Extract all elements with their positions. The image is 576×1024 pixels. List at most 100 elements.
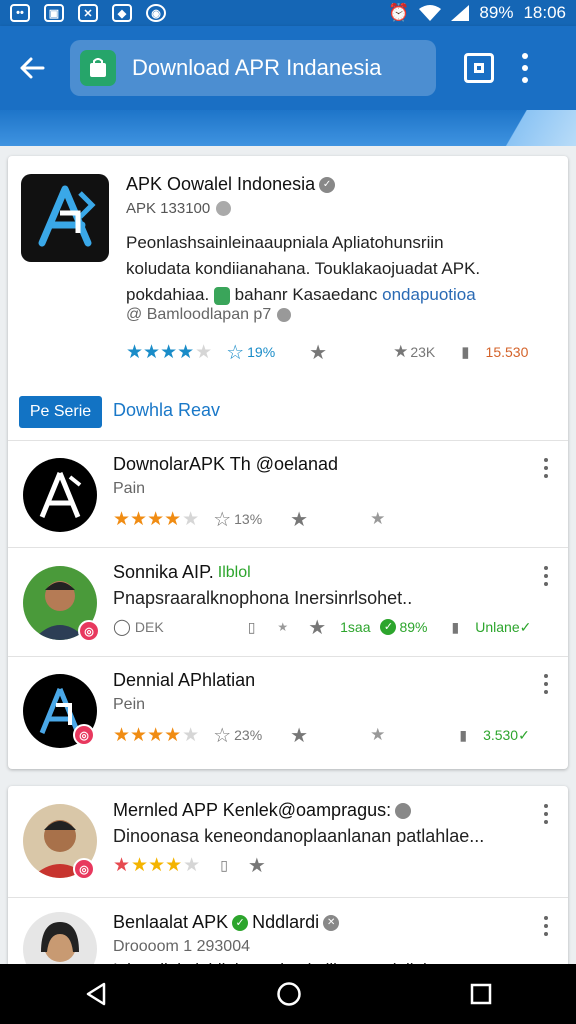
chat-icon: •• bbox=[10, 4, 30, 22]
nav-back-icon[interactable] bbox=[84, 982, 108, 1006]
nav-home-icon[interactable] bbox=[276, 981, 302, 1007]
featured-developer: @ Bamloodlapan p7 bbox=[126, 306, 292, 324]
desc-line-3b: bahanr Kasaedanc bbox=[234, 285, 378, 304]
item-tag: Nddlardi bbox=[252, 912, 320, 932]
desc-line-1: Peonlashsainleinaaupniala Apliatohunsrii… bbox=[126, 233, 444, 252]
search-icon: ◯ bbox=[113, 619, 131, 636]
app-badge-icon: ◎ bbox=[78, 620, 100, 642]
more-options-button[interactable] bbox=[520, 53, 530, 83]
header-banner bbox=[0, 110, 576, 146]
item-title-text: Mernled APP Kenlek@oampragus: bbox=[113, 800, 392, 820]
app-icon: ◆ bbox=[112, 4, 132, 22]
more-options-button[interactable] bbox=[544, 916, 550, 936]
item-title: Mernled APP Kenlek@oampragus: bbox=[113, 800, 412, 821]
developer-name[interactable]: @ Bamloodlapan p7 bbox=[126, 306, 271, 324]
arrow-left-icon bbox=[20, 57, 45, 79]
close-box-icon: ✕ bbox=[78, 4, 98, 22]
bookmark-icon: ▯ bbox=[220, 856, 228, 873]
signal-icon bbox=[451, 5, 470, 21]
item-stats: ★★★★ ★ ☆ 23% ★ ★ ▮ 3.530 ✓ bbox=[113, 722, 568, 748]
scan-icon bbox=[474, 63, 484, 73]
results-card: ◎ Mernled APP Kenlek@oampragus: Dinoonas… bbox=[8, 786, 568, 976]
stat-percent: 89% bbox=[399, 619, 428, 635]
item-title: Dennial APhlatian bbox=[113, 670, 256, 690]
nav-recents-icon[interactable] bbox=[470, 983, 492, 1005]
wifi-icon bbox=[419, 5, 442, 21]
favorite-star-icon[interactable]: ★ bbox=[290, 723, 308, 748]
results-card: APK Oowalel Indonesia ✓ APK 133100 Peonl… bbox=[8, 156, 568, 769]
search-label: DEK bbox=[134, 619, 164, 635]
item-subtitle: Pnapsraaralknophona Inersinrlsohet.. bbox=[113, 588, 413, 608]
shield-icon: ◉ bbox=[146, 4, 166, 22]
star-icon: ★ bbox=[393, 342, 409, 361]
verified-icon: ✓ bbox=[319, 176, 336, 193]
rating-stars: ★★★★★ bbox=[126, 341, 213, 363]
stat-label: 1saa bbox=[340, 619, 371, 635]
status-bar: •• ▣ ✕ ◆ ◉ ⏰ 89% 18:06 bbox=[0, 0, 576, 26]
verified-icon bbox=[395, 802, 412, 819]
alarm-icon: ⏰ bbox=[388, 3, 410, 22]
thumbs-up-icon: ▮ bbox=[461, 344, 470, 361]
rating-stars: ★★★★★ bbox=[113, 508, 200, 530]
item-title: Sonnika AIP. Ilblol bbox=[113, 562, 251, 583]
list-item[interactable]: DownolarAPK Th @oelanad Pain ★★★★ ★ ☆ 13%… bbox=[8, 440, 568, 548]
clock: 18:06 bbox=[523, 3, 566, 22]
globe-icon bbox=[216, 201, 232, 216]
close-circle-icon: ✕ bbox=[323, 914, 340, 931]
item-stats: ★★★★ ★ ☆ 13% ★ ★ bbox=[113, 506, 568, 532]
status-label: Unlane bbox=[475, 619, 520, 635]
globe-icon bbox=[277, 308, 292, 322]
check-circle-icon: ✓ bbox=[232, 914, 249, 931]
search-query: Download APR Indanesia bbox=[132, 55, 382, 80]
featured-app-logo bbox=[21, 174, 109, 262]
download-link[interactable]: Dowhla Reav bbox=[113, 400, 220, 421]
more-options-button[interactable] bbox=[544, 674, 550, 694]
favorite-star-icon[interactable]: ★ bbox=[308, 615, 326, 640]
item-tag: Ilblol bbox=[217, 563, 251, 581]
app-bar: Download APR Indanesia bbox=[0, 26, 576, 110]
bookmark-icon: ▯ bbox=[247, 618, 256, 635]
desc-link[interactable]: ondapuotioa bbox=[382, 285, 476, 304]
rating-stars: ★★★★★ bbox=[113, 724, 200, 746]
check-circle-icon: ✓ bbox=[380, 619, 397, 635]
favorite-star-icon[interactable]: ★ bbox=[248, 853, 266, 878]
list-item[interactable]: ◎ Sonnika AIP. Ilblol Pnapsraaralknophon… bbox=[8, 548, 568, 656]
star-outline-icon: ☆ bbox=[213, 508, 232, 531]
downloads-count: 23K bbox=[410, 344, 436, 360]
get-button[interactable]: Pe Serie bbox=[19, 396, 102, 428]
featured-app[interactable]: APK Oowalel Indonesia ✓ APK 133100 Peonl… bbox=[8, 156, 568, 440]
count-value: 3.530 bbox=[483, 727, 519, 743]
app-badge-icon: ◎ bbox=[73, 858, 95, 880]
store-bag-icon bbox=[80, 50, 116, 86]
search-bar[interactable]: Download APR Indanesia bbox=[70, 40, 436, 96]
item-stats: ◯ DEK ▯ ★ ★ 1saa ✓ 89% ▮ Unlane ✓ bbox=[113, 614, 568, 640]
app-badge-icon: ◎ bbox=[73, 724, 95, 746]
info-pill-icon bbox=[213, 286, 230, 305]
desc-line-2: koludata kondiianahana. Touklakaojuadat … bbox=[126, 259, 481, 278]
desc-line-3a: pokdahiaa. bbox=[126, 285, 210, 304]
check-icon: ✓ bbox=[518, 726, 530, 743]
item-title: Benlaalat APK ✓ Nddlardi ✕ bbox=[113, 912, 340, 933]
desc-line-3: pokdahiaa. bahanr Kasaedanc ondapuotioa bbox=[126, 282, 546, 308]
back-button[interactable] bbox=[12, 48, 52, 88]
featured-subtitle: APK 133100 bbox=[126, 200, 232, 217]
featured-description: Peonlashsainleinaaupniala Apliatohunsrii… bbox=[126, 230, 546, 308]
more-options-button[interactable] bbox=[544, 566, 550, 586]
star-outline-icon: ☆ bbox=[226, 341, 245, 364]
list-item[interactable]: ◎ Dennial APhlatian Pein ★★★★ ★ ☆ 23% ★ ★… bbox=[8, 656, 568, 764]
featured-title: APK Oowalel Indonesia ✓ bbox=[126, 174, 336, 195]
battery-level: 89% bbox=[479, 3, 514, 22]
star-icon: ★ bbox=[370, 725, 386, 744]
more-options-button[interactable] bbox=[544, 804, 550, 824]
list-item[interactable]: ◎ Mernled APP Kenlek@oampragus: Dinoonas… bbox=[8, 786, 568, 894]
item-subtitle: Droooom 1 293004 bbox=[113, 938, 250, 955]
check-icon: ✓ bbox=[519, 618, 532, 635]
favorite-star-icon[interactable]: ★ bbox=[309, 340, 327, 365]
rating-percent: 13% bbox=[234, 511, 263, 527]
favorite-star-icon[interactable]: ★ bbox=[290, 507, 308, 532]
item-subtitle: Dinoonasa keneondanoplaanlanan patlahlae… bbox=[113, 826, 485, 846]
scan-button[interactable] bbox=[464, 53, 494, 83]
item-title: DownolarAPK Th @oelanad bbox=[113, 454, 339, 474]
more-options-button[interactable] bbox=[544, 458, 550, 478]
star-icon: ★ bbox=[370, 509, 386, 528]
